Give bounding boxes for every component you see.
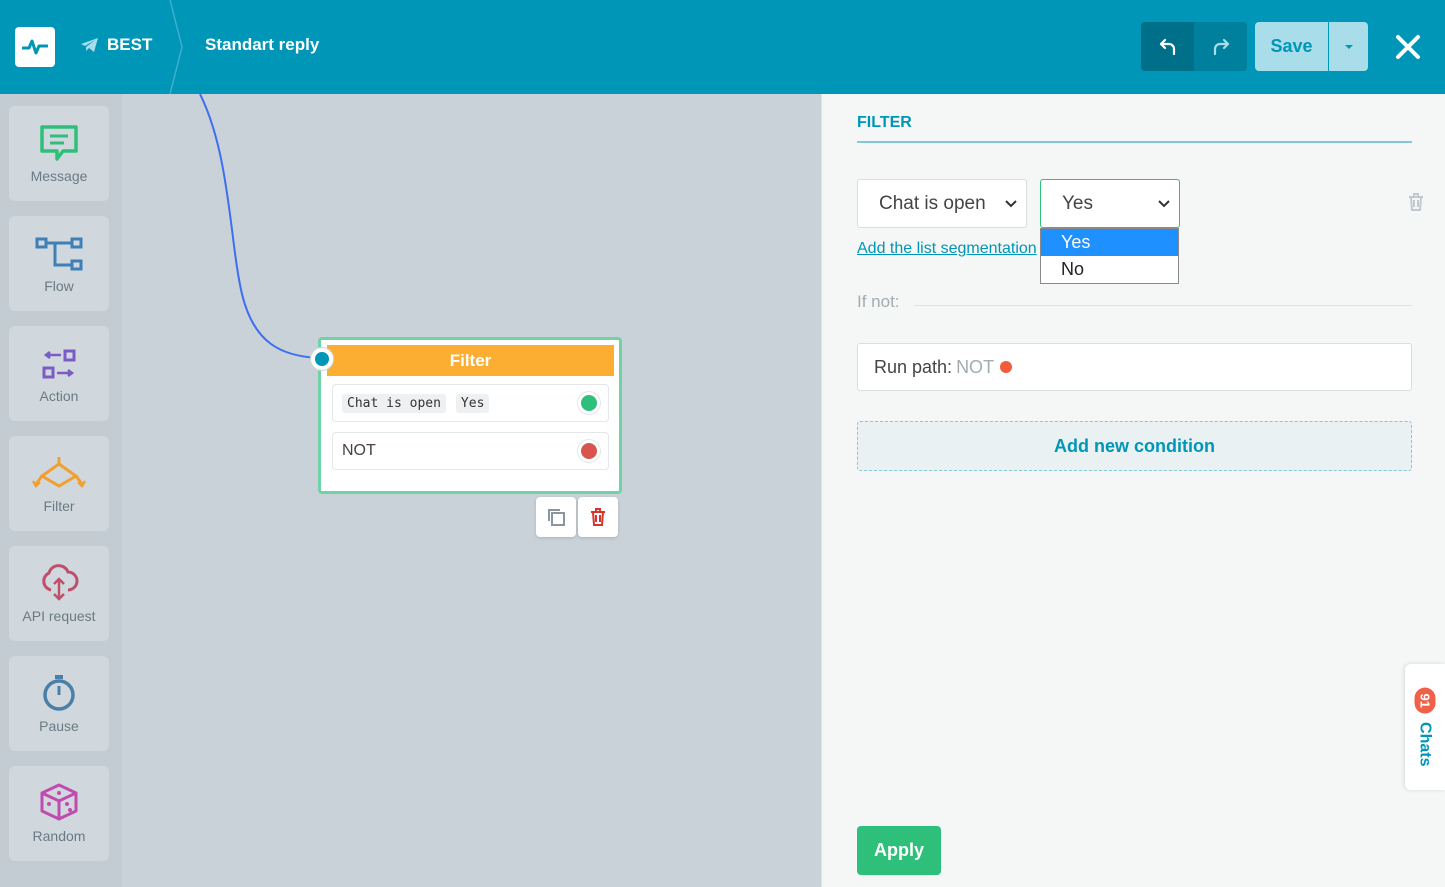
delete-condition-icon[interactable]: [1406, 192, 1426, 212]
run-path-value: NOT: [956, 356, 995, 377]
bot-name: BEST: [107, 35, 153, 54]
filter-icon: [32, 457, 86, 489]
dropdown-option-no[interactable]: No: [1041, 256, 1178, 283]
value-select-value: Yes: [1062, 192, 1093, 214]
breadcrumb-separator: [169, 0, 183, 94]
palette-item-message[interactable]: Message: [9, 106, 109, 201]
yes-output-port[interactable]: [578, 392, 600, 414]
block-palette: Message Flow Action Filter API request P…: [0, 94, 122, 887]
flow-title: Standart reply: [205, 35, 320, 54]
add-condition-button[interactable]: Add new condition: [857, 421, 1412, 471]
tab-filter[interactable]: FILTER: [857, 114, 912, 132]
no-output-port[interactable]: [578, 440, 600, 462]
undo-button[interactable]: [1141, 22, 1194, 71]
chats-label: Chats: [1417, 722, 1434, 767]
settings-panel: FILTER Chat is open Yes Add the list seg…: [821, 94, 1445, 887]
palette-item-api-request[interactable]: API request: [9, 546, 109, 641]
palette-label: Action: [39, 388, 79, 404]
if-not-label: If not:: [857, 292, 900, 311]
bot-breadcrumb[interactable]: BEST: [80, 35, 152, 55]
save-button[interactable]: Save: [1255, 22, 1328, 71]
trash-icon: [591, 508, 605, 526]
chevron-down-icon: [1344, 44, 1353, 49]
filter-node[interactable]: Filter Chat is open Yes NOT: [311, 337, 622, 494]
random-icon: [40, 783, 78, 821]
pause-icon: [43, 675, 75, 711]
palette-label: API request: [22, 608, 96, 624]
dropdown-option-yes[interactable]: Yes: [1041, 229, 1178, 256]
delete-node-button[interactable]: [578, 497, 618, 537]
divider: [914, 305, 1412, 306]
condition-value-chip: Yes: [455, 393, 490, 413]
palette-item-pause[interactable]: Pause: [9, 656, 109, 751]
action-icon: [42, 349, 76, 379]
palette-label: Pause: [39, 718, 79, 734]
history-controls: [1141, 22, 1247, 71]
chats-count-badge: 91: [1414, 687, 1436, 715]
undo-icon: [1159, 38, 1175, 55]
node-input-port[interactable]: [311, 348, 333, 370]
node-condition-row[interactable]: Chat is open Yes: [332, 384, 609, 422]
duplicate-node-button[interactable]: [536, 497, 576, 537]
copy-icon: [548, 509, 565, 526]
palette-label: Filter: [43, 498, 75, 514]
run-path-field[interactable]: Run path: NOT: [857, 343, 1412, 391]
palette-label: Random: [32, 828, 86, 844]
flow-icon: [35, 237, 83, 271]
palette-item-action[interactable]: Action: [9, 326, 109, 421]
telegram-icon: [81, 38, 98, 52]
value-select[interactable]: Yes: [1040, 179, 1180, 228]
palette-label: Flow: [44, 278, 74, 294]
apply-button[interactable]: Apply: [857, 826, 941, 875]
app-logo[interactable]: [15, 27, 55, 67]
node-toolbar: [536, 497, 618, 537]
tab-underline: [857, 141, 1412, 143]
not-label: NOT: [342, 442, 376, 459]
chevron-down-icon: [1005, 200, 1017, 208]
value-dropdown-list: Yes No: [1040, 228, 1179, 284]
palette-item-random[interactable]: Random: [9, 766, 109, 861]
palette-label: Message: [30, 168, 88, 184]
top-bar: BEST Standart reply Save: [0, 0, 1445, 94]
close-icon: [1396, 35, 1420, 59]
palette-item-filter[interactable]: Filter: [9, 436, 109, 531]
condition-select[interactable]: Chat is open: [857, 179, 1027, 228]
node-title: Filter: [327, 345, 614, 376]
redo-button[interactable]: [1194, 22, 1247, 71]
condition-field-chip: Chat is open: [342, 393, 446, 413]
message-icon: [40, 125, 78, 161]
run-path-label: Run path:: [874, 356, 953, 377]
chevron-down-icon: [1158, 200, 1170, 208]
chats-tab[interactable]: 91 Chats: [1405, 664, 1445, 790]
api-request-icon: [42, 564, 79, 601]
add-segmentation-link[interactable]: Add the list segmentation: [857, 240, 1037, 258]
pulse-icon: [22, 39, 48, 55]
save-options-button[interactable]: [1329, 22, 1368, 71]
close-button[interactable]: [1393, 32, 1423, 62]
not-path-indicator: [1000, 361, 1013, 373]
node-not-row[interactable]: NOT: [332, 432, 609, 470]
condition-select-value: Chat is open: [879, 192, 986, 214]
palette-item-flow[interactable]: Flow: [9, 216, 109, 311]
redo-icon: [1213, 38, 1229, 55]
